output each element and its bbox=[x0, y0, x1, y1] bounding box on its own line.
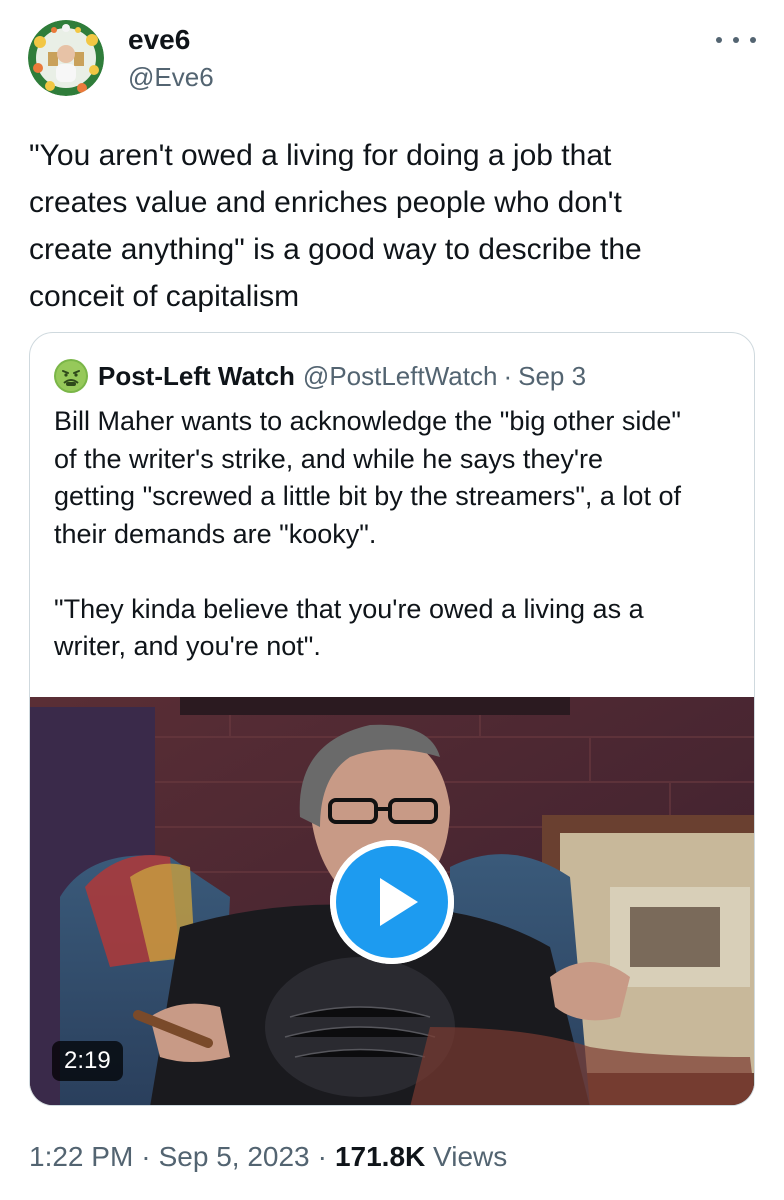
meta-separator: · bbox=[141, 1141, 151, 1172]
more-dot bbox=[716, 37, 722, 43]
header-separator: · bbox=[503, 361, 513, 391]
more-options-icon[interactable] bbox=[716, 30, 756, 50]
play-button[interactable] bbox=[330, 840, 454, 964]
video-duration-badge: 2:19 bbox=[52, 1041, 123, 1081]
views-count: 171.8K bbox=[334, 1141, 426, 1172]
tweet-metadata: 1:22 PM · Sep 5, 2023 · 171.8K Views bbox=[29, 1139, 507, 1175]
play-icon bbox=[330, 840, 454, 964]
author-display-name[interactable]: eve6 bbox=[128, 24, 190, 56]
more-dot bbox=[733, 37, 739, 43]
video-player[interactable]: 2:19 bbox=[30, 697, 754, 1105]
quoted-author-handle[interactable]: @PostLeftWatch bbox=[303, 359, 498, 393]
more-dot bbox=[750, 37, 756, 43]
quoted-tweet-date[interactable]: Sep 3 bbox=[518, 359, 586, 393]
quoted-tweet-header: Post-Left Watch @PostLeftWatch · Sep 3 bbox=[54, 359, 586, 393]
meta-separator: · bbox=[317, 1141, 327, 1172]
author-handle[interactable]: @Eve6 bbox=[128, 62, 214, 92]
views-label: Views bbox=[433, 1141, 508, 1172]
tweet-date[interactable]: Sep 5, 2023 bbox=[159, 1141, 310, 1172]
tweet-time[interactable]: 1:22 PM bbox=[29, 1141, 133, 1172]
tweet-text: "You aren't owed a living for doing a jo… bbox=[29, 139, 642, 313]
quoted-author-avatar[interactable] bbox=[54, 359, 88, 393]
avatar-image bbox=[28, 20, 104, 96]
sick-face-icon bbox=[54, 359, 88, 393]
quoted-tweet-text: Bill Maher wants to acknowledge the "big… bbox=[54, 406, 682, 661]
author-avatar[interactable] bbox=[28, 20, 104, 96]
quoted-author-name[interactable]: Post-Left Watch bbox=[98, 359, 295, 393]
quoted-tweet-card[interactable]: Post-Left Watch @PostLeftWatch · Sep 3 B… bbox=[29, 332, 755, 1106]
